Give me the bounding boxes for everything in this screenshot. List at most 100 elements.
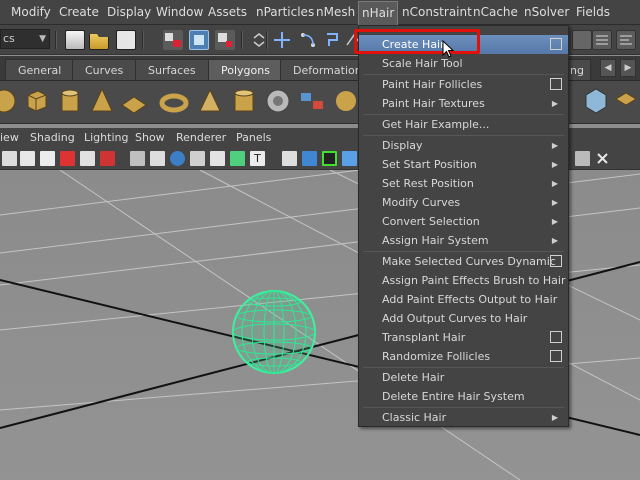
- xray-components-icon[interactable]: [342, 151, 357, 166]
- menu-nhair[interactable]: nHair: [358, 1, 399, 25]
- menu-item-add-output-curves[interactable]: Add Output Curves to Hair: [359, 309, 568, 328]
- menu-item-set-start-position[interactable]: Set Start Position ▶: [359, 155, 568, 174]
- text-icon[interactable]: T: [250, 151, 265, 166]
- option-box-icon[interactable]: [550, 331, 562, 343]
- menu-nconstraint[interactable]: nConstraint: [402, 0, 472, 25]
- submenu-arrow-icon: ▶: [551, 141, 558, 150]
- tab-curves[interactable]: Curves: [72, 59, 137, 80]
- menu-nmesh[interactable]: nMesh: [316, 0, 355, 25]
- use-all-lights-icon[interactable]: [190, 151, 205, 166]
- menu-item-set-rest-position[interactable]: Set Rest Position ▶: [359, 174, 568, 193]
- gate-mask-icon[interactable]: [575, 151, 590, 166]
- menu-item-randomize-follicles[interactable]: Randomize Follicles: [359, 347, 568, 366]
- menu-item-classic-hair[interactable]: Classic Hair ▶: [359, 408, 568, 427]
- menu-item-delete-hair[interactable]: Delete Hair: [359, 368, 568, 387]
- poly-sphere-wireframe[interactable]: [230, 287, 320, 377]
- poly-cube-icon[interactable]: [20, 85, 52, 117]
- grease-pencil-icon[interactable]: [100, 151, 115, 166]
- menu-fields[interactable]: Fields: [576, 0, 610, 25]
- menu-item-transplant-hair[interactable]: Transplant Hair: [359, 328, 568, 347]
- option-box-icon[interactable]: [550, 350, 562, 362]
- render-settings-icon[interactable]: [572, 30, 592, 50]
- submenu-arrow-icon: ▶: [551, 179, 558, 188]
- shelf-scroll-left-icon[interactable]: ◀: [600, 59, 616, 77]
- xray-icon[interactable]: [302, 151, 317, 166]
- shadows-icon[interactable]: [210, 151, 225, 166]
- mouse-pointer-icon: [442, 40, 454, 58]
- poly-cone-icon[interactable]: [86, 85, 118, 117]
- select-by-object-icon[interactable]: [189, 30, 209, 50]
- divider: [142, 31, 144, 49]
- menu-set-dropdown[interactable]: cs ▼: [0, 29, 50, 49]
- select-camera-icon[interactable]: [2, 151, 17, 166]
- menu-window[interactable]: Window: [156, 0, 203, 25]
- menu-item-scale-hair-tool[interactable]: Scale Hair Tool: [359, 54, 568, 73]
- menu-nparticles[interactable]: nParticles: [256, 0, 314, 25]
- panel-menu-renderer[interactable]: Renderer: [176, 128, 226, 148]
- menu-item-get-hair-example[interactable]: Get Hair Example...: [359, 115, 568, 134]
- poly-torus-icon[interactable]: [158, 85, 190, 117]
- menu-ncache[interactable]: nCache: [473, 0, 518, 25]
- submenu-arrow-icon: ▶: [551, 236, 558, 245]
- snapshot-icon[interactable]: [595, 151, 610, 166]
- submenu-arrow-icon: ▶: [551, 99, 558, 108]
- isolate-select-icon[interactable]: [282, 151, 297, 166]
- menu-item-convert-selection[interactable]: Convert Selection ▶: [359, 212, 568, 231]
- open-folder-icon[interactable]: [89, 34, 109, 50]
- menu-create[interactable]: Create: [59, 0, 99, 25]
- combine-icon[interactable]: [262, 85, 294, 117]
- tab-surfaces[interactable]: Surfaces: [135, 59, 209, 80]
- poly-cylinder-icon[interactable]: [54, 85, 86, 117]
- menu-assets[interactable]: Assets: [208, 0, 247, 25]
- bevel-icon[interactable]: [580, 85, 612, 117]
- menu-item-make-selected-curves-dynamic[interactable]: Make Selected Curves Dynamic: [359, 252, 568, 271]
- poly-sphere-icon[interactable]: [0, 85, 20, 117]
- menu-item-paint-hair-follicles[interactable]: Paint Hair Follicles: [359, 75, 568, 94]
- panel-menu-shading[interactable]: Shading: [30, 128, 75, 148]
- two-d-pan-zoom-icon[interactable]: [80, 151, 95, 166]
- panel-menu-panels[interactable]: Panels: [236, 128, 271, 148]
- menu-item-assign-hair-system[interactable]: Assign Hair System ▶: [359, 231, 568, 250]
- smooth-shade-icon[interactable]: [150, 151, 165, 166]
- divider: [241, 31, 243, 49]
- snap-to-point-icon[interactable]: [323, 30, 343, 50]
- panel-menu-lighting[interactable]: Lighting: [84, 128, 128, 148]
- save-icon[interactable]: [116, 30, 136, 50]
- panel-menu-view[interactable]: iew: [0, 128, 19, 148]
- poly-prism-icon[interactable]: [194, 85, 226, 117]
- option-box-icon[interactable]: [550, 38, 562, 50]
- image-plane-icon[interactable]: [60, 151, 75, 166]
- separate-icon[interactable]: [296, 85, 328, 117]
- option-box-icon[interactable]: [550, 78, 562, 90]
- textured-icon[interactable]: [170, 151, 185, 166]
- screen-space-ao-icon[interactable]: [230, 151, 245, 166]
- tab-polygons[interactable]: Polygons: [208, 59, 283, 80]
- menu-item-display[interactable]: Display ▶: [359, 136, 568, 155]
- attribute-editor-icon[interactable]: [616, 30, 636, 50]
- select-by-hierarchy-icon[interactable]: [163, 30, 183, 50]
- shelf-scroll-right-icon[interactable]: ▶: [620, 59, 636, 77]
- channel-box-icon[interactable]: [592, 30, 612, 50]
- menu-item-paint-hair-textures[interactable]: Paint Hair Textures ▶: [359, 94, 568, 113]
- new-scene-icon[interactable]: [65, 30, 85, 50]
- select-by-component-icon[interactable]: [215, 30, 235, 50]
- panel-menu-show[interactable]: Show: [135, 128, 165, 148]
- menu-item-add-paint-effects-output[interactable]: Add Paint Effects Output to Hair: [359, 290, 568, 309]
- wireframe-icon[interactable]: [130, 151, 145, 166]
- menu-item-modify-curves[interactable]: Modify Curves ▶: [359, 193, 568, 212]
- camera-attributes-icon[interactable]: [20, 151, 35, 166]
- menu-nsolver[interactable]: nSolver: [524, 0, 569, 25]
- bookmarks-icon[interactable]: [40, 151, 55, 166]
- bridge-icon[interactable]: [612, 85, 640, 117]
- poly-plane-icon[interactable]: [118, 85, 150, 117]
- option-box-icon[interactable]: [550, 255, 562, 267]
- menu-modify[interactable]: Modify: [11, 0, 51, 25]
- xray-joints-icon[interactable]: [322, 151, 337, 166]
- menu-display[interactable]: Display: [107, 0, 151, 25]
- snap-to-curve-icon[interactable]: [298, 30, 318, 50]
- tab-general[interactable]: General: [5, 59, 75, 80]
- menu-item-delete-entire-hair-system[interactable]: Delete Entire Hair System: [359, 387, 568, 406]
- poly-pipe-icon[interactable]: [228, 85, 260, 117]
- menu-item-assign-paint-effects-brush[interactable]: Assign Paint Effects Brush to Hair: [359, 271, 568, 290]
- snap-to-grid-icon[interactable]: [272, 30, 292, 50]
